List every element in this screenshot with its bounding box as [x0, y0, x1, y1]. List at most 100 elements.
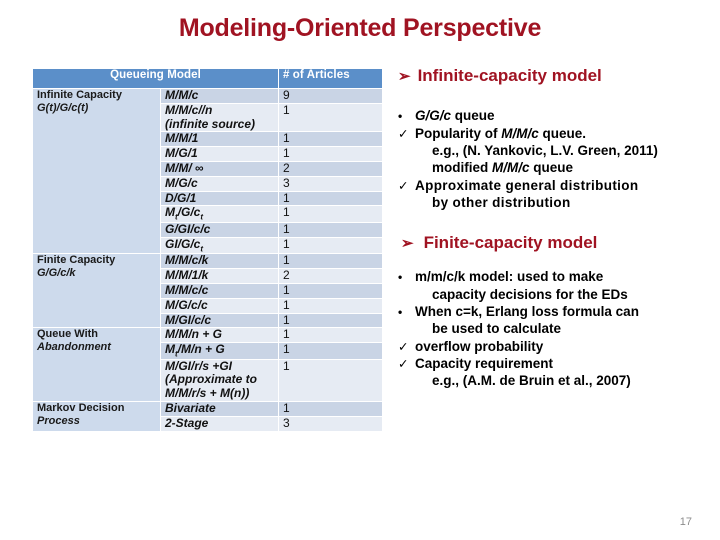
- bullet-text: overflow probability: [415, 338, 544, 354]
- table-cell-model: Bivariate: [159, 401, 280, 417]
- bullet-dot-icon: •: [398, 305, 403, 320]
- check-icon: ✓: [398, 126, 409, 141]
- bullet-text: G/G/c queue: [415, 108, 495, 124]
- bullet-line: capacity decisions for the EDs: [398, 286, 714, 303]
- table-cell-model: M/G/c: [159, 175, 280, 192]
- category-main: Finite Capacity: [37, 254, 116, 267]
- column-header-queueing-model: Queueing Model: [31, 68, 280, 89]
- table-cell-articles: 1: [278, 146, 384, 162]
- table-row: Queue With Abandonment M/M/n + G1: [32, 327, 384, 403]
- table-cell-articles: 1: [278, 253, 384, 270]
- arrow-bullet-icon: ➢: [401, 235, 414, 253]
- bullet-line: • When c=k, Erlang loss formula can: [398, 303, 714, 320]
- heading-infinite-capacity: ➢ Infinite-capacity model: [398, 66, 714, 86]
- bullet-text: Popularity of M/M/c queue.: [415, 125, 587, 141]
- bullet-line: modified M/M/c queue: [398, 159, 714, 176]
- table-cell-model: M/GI/r/s +GI (Approximate to M/M/r/s + M(n…: [159, 358, 280, 403]
- table-cell-articles: 1: [278, 102, 384, 133]
- bullet-line: by other distribution: [398, 194, 714, 211]
- bullet-line: • G/G/c queue: [398, 107, 714, 124]
- table-cell-articles: 1: [278, 401, 384, 417]
- table-category-cell: Queue With Abandonment: [32, 327, 161, 403]
- heading-finite-capacity: ➢ Finite-capacity model: [398, 233, 714, 253]
- bullet-line: e.g., (A.M. de Bruin et al., 2007): [398, 372, 714, 389]
- check-icon: ✓: [398, 178, 409, 193]
- column-header-articles: # of Articles: [278, 68, 384, 89]
- page-title: Modeling-Oriented Perspective: [178, 14, 542, 42]
- table-cell-articles: 1: [278, 190, 384, 207]
- bullet-dot-icon: •: [398, 109, 403, 124]
- table-cell-model: M/M/1/k: [159, 268, 280, 284]
- bullet-text: Capacity requirement: [415, 355, 554, 371]
- table-cell-model: M/G/1: [159, 146, 280, 162]
- bullet-line: e.g., (N. Yankovic, L.V. Green, 2011): [398, 142, 714, 159]
- table-header-row: Queueing Model # of Articles: [31, 68, 384, 89]
- table-cell-articles: 3: [278, 175, 384, 192]
- bullet-dot-icon: •: [398, 270, 403, 285]
- table-cell-articles: 1: [278, 342, 384, 360]
- bullet-text: Approximate general distribution: [415, 177, 639, 193]
- table-cell-articles: 1: [278, 312, 384, 329]
- bullet-text: be used to calculate: [432, 321, 562, 337]
- bullet-line: be used to calculate: [398, 320, 714, 337]
- table-cell-articles: 3: [278, 415, 384, 432]
- table-cell-articles: 1: [278, 327, 384, 344]
- bullet-line: ✓ overflow probability: [398, 338, 714, 355]
- table-cell-model: M/M/c/k: [159, 253, 280, 270]
- table-cell-model: M/M/n + G: [159, 327, 280, 344]
- table-cell-model: GI/G/ct: [159, 236, 280, 255]
- bullet-line: ✓ Capacity requirement: [398, 355, 714, 372]
- check-icon: ✓: [398, 339, 409, 354]
- table-cell-model: M/M/ ∞: [159, 160, 280, 177]
- table-cell-articles: 9: [278, 88, 384, 104]
- table-category-cell: Finite Capacity G/G/c/k: [32, 253, 161, 329]
- table-cell-articles: 2: [278, 160, 384, 177]
- category-main: Markov Decision: [37, 402, 125, 415]
- check-icon: ✓: [398, 356, 409, 371]
- table-cell-model: M/G/c/c: [159, 297, 280, 314]
- bullet-text: e.g., (A.M. de Bruin et al., 2007): [432, 373, 631, 389]
- category-sub: G/G/c/k: [37, 266, 76, 279]
- table-row: Finite Capacity G/G/c/k M/M/c/k 1: [32, 253, 384, 329]
- table-category-cell: Markov Decision Process: [32, 401, 161, 432]
- category-sub: Process: [37, 414, 80, 427]
- table-cell-articles: 1: [278, 358, 384, 403]
- table-cell-model: M/M/c/c: [159, 282, 280, 299]
- bullet-text: modified M/M/c queue: [432, 160, 574, 176]
- table-cell-articles: 1: [278, 221, 384, 238]
- table-cell-model: M/M/c: [159, 88, 280, 104]
- table-cell-articles: 1: [278, 205, 384, 223]
- table-row: Infinite Capacity G(t)/G/c(t) M/M/c 9: [32, 87, 384, 255]
- bullet-text: capacity decisions for the EDs: [432, 286, 628, 302]
- table-cell-articles: 1: [278, 131, 384, 148]
- category-sub: G(t)/G/c(t): [37, 101, 89, 114]
- queueing-model-table: Queueing Model # of Articles Infinite Ca…: [31, 68, 384, 432]
- table-cell-model: M/M/c//n (infinite source): [159, 102, 280, 133]
- finite-capacity-bullets: • m/m/c/k model: used to make capacity dec…: [398, 268, 714, 389]
- table-cell-model: Mt/M/n + G: [159, 342, 280, 360]
- bullet-text: When c=k, Erlang loss formula can: [415, 304, 639, 320]
- table-cell-articles: 2: [278, 268, 384, 284]
- bullet-line: ✓ Approximate general distribution: [398, 177, 714, 194]
- category-sub: Abandonment: [37, 340, 111, 353]
- table-cell-model: Mt/G/ct: [159, 205, 280, 223]
- bullet-text: m/m/c/k model: used to make: [415, 269, 604, 285]
- bullet-text: e.g., (N. Yankovic, L.V. Green, 2011): [432, 143, 658, 159]
- heading-infinite-capacity-label: Infinite-capacity model: [417, 66, 602, 85]
- table-category-cell: Infinite Capacity G(t)/G/c(t): [32, 87, 161, 255]
- arrow-bullet-icon: ➢: [398, 68, 411, 85]
- infinite-capacity-bullets: • G/G/c queue ✓ Popularity of M/M/c queue. e…: [398, 107, 714, 211]
- category-main: Queue With: [37, 328, 99, 341]
- table-cell-articles: 1: [278, 297, 384, 314]
- table-body: Infinite Capacity G(t)/G/c(t) M/M/c 9 M/M/c/…: [32, 87, 384, 432]
- bullet-line: ✓ Popularity of M/M/c queue.: [398, 125, 714, 142]
- table-cell-articles: 1: [278, 282, 384, 299]
- right-text-panel: ➢ Infinite-capacity model • G/G/c queue ✓ P…: [398, 66, 714, 390]
- table-cell-model: 2-Stage: [159, 415, 280, 432]
- bullet-line: • m/m/c/k model: used to make: [398, 268, 714, 285]
- table-header: Queueing Model # of Articles: [31, 68, 384, 89]
- table-cell-model: M/M/1: [159, 131, 280, 148]
- heading-finite-capacity-label: Finite-capacity model: [423, 233, 598, 253]
- table-cell-articles: 1: [278, 236, 384, 255]
- table-row: Markov Decision Process Bivariate 1: [32, 401, 384, 432]
